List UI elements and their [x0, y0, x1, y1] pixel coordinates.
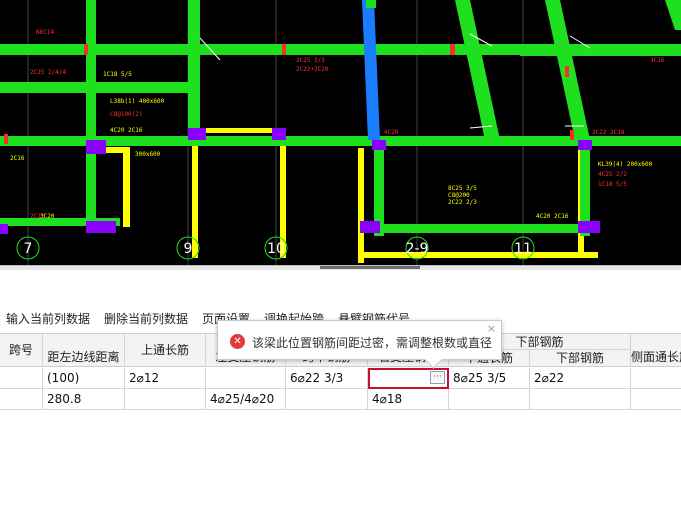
annotation: 2C22 2/3	[448, 199, 477, 206]
annotation: 1C18 5/5	[598, 181, 627, 188]
axis-label-10: 10	[267, 241, 285, 257]
axis-label-9: 9	[184, 241, 193, 257]
input-column-data-button[interactable]: 输入当前列数据	[6, 310, 90, 327]
table-row: (100) 2⌀12 6⌀22 3/3 8⌀25 3/5 2⌀22	[0, 368, 681, 389]
cell-bottom-through[interactable]: 8⌀25 3/5	[449, 368, 530, 388]
annotation: 4C20 2C16	[536, 213, 569, 220]
cell-left-support[interactable]: 4⌀25/4⌀20	[206, 389, 286, 409]
cell-bottom-bars[interactable]: 2⌀22	[530, 368, 631, 388]
header-bottom-bars: 下部钢筋	[530, 350, 631, 366]
annotation: 3C16	[650, 57, 665, 64]
annotation: 2C22+2C20	[296, 66, 329, 73]
cell-span-no[interactable]	[0, 389, 43, 409]
annotation: 2C25 2/3	[296, 57, 325, 64]
cell-side-through[interactable]	[631, 368, 681, 388]
axis-label-7: 7	[24, 241, 33, 257]
annotation: 1C18 5/5	[103, 71, 132, 78]
delete-column-data-button[interactable]: 删除当前列数据	[104, 310, 188, 327]
annotation: KL39(4) 200x600	[598, 161, 653, 168]
error-icon: ✕	[230, 334, 245, 349]
cell-left-distance[interactable]: (100)	[43, 368, 125, 388]
header-side-through: 侧面通长筋	[631, 350, 681, 364]
axis-label-11: 11	[514, 241, 532, 257]
header-span-no: 跨号	[0, 334, 43, 366]
secondary-beams	[20, 128, 598, 263]
annotation: N6C14	[36, 29, 54, 36]
annotation: 2C25 2/4/4	[30, 69, 67, 76]
cell-side-through[interactable]	[631, 389, 681, 409]
cad-drawing[interactable]: 7 9 10 2-9 11 300x600 2C25 2/4/4 4C20 2C…	[0, 0, 681, 265]
cell-top-through[interactable]: 2⌀12	[125, 368, 206, 388]
cell-bottom-through[interactable]	[449, 389, 530, 409]
annotation: C8@100(2)	[110, 111, 143, 118]
annotation: 4C25 2/2	[598, 171, 627, 178]
cad-drawing-canvas[interactable]: 7 9 10 2-9 11 300x600 2C25 2/4/4 4C20 2C…	[0, 0, 681, 265]
active-cell-editor[interactable]: ···	[368, 368, 449, 389]
cell-top-through[interactable]	[125, 389, 206, 409]
annotation: 4C20 2C16	[110, 127, 143, 134]
annotation: 300x600	[135, 151, 161, 158]
table-row: 280.8 4⌀25/4⌀20 4⌀18	[0, 389, 681, 410]
ellipsis-button[interactable]: ···	[430, 371, 445, 384]
annotation: C8@200	[448, 192, 470, 199]
axis-label-2-9: 2-9	[406, 241, 429, 257]
annotation: 2C22 2C18	[592, 129, 625, 136]
annotation: 2C16	[10, 155, 25, 162]
panel-splitter[interactable]	[0, 265, 681, 270]
cell-mid-span[interactable]	[286, 389, 368, 409]
validation-tooltip: ✕ 该梁此位置钢筋间距过密，需调整根数或直径 ×	[217, 320, 502, 369]
annotation: 8C25 3/5	[448, 185, 477, 192]
close-icon[interactable]: ×	[487, 322, 496, 335]
cell-mid-span[interactable]: 6⌀22 3/3	[286, 368, 368, 388]
cell-span-no[interactable]	[0, 368, 43, 388]
annotation: 2C22	[30, 213, 45, 220]
annotation: 4C20	[384, 129, 399, 136]
tooltip-message: 该梁此位置钢筋间距过密，需调整根数或直径	[252, 336, 493, 350]
cell-right-support[interactable]: 4⌀18	[368, 389, 449, 409]
annotation: L38b(1) 400x600	[110, 98, 165, 105]
cell-left-distance[interactable]: 280.8	[43, 389, 125, 409]
header-top-through: 上通长筋	[125, 334, 206, 366]
header-left-distance: 距左边线距离	[43, 334, 125, 366]
cell-left-support[interactable]	[206, 368, 286, 388]
cell-bottom-bars[interactable]	[530, 389, 631, 409]
blue-beam	[362, 0, 380, 140]
splitter-grip[interactable]	[320, 266, 420, 269]
